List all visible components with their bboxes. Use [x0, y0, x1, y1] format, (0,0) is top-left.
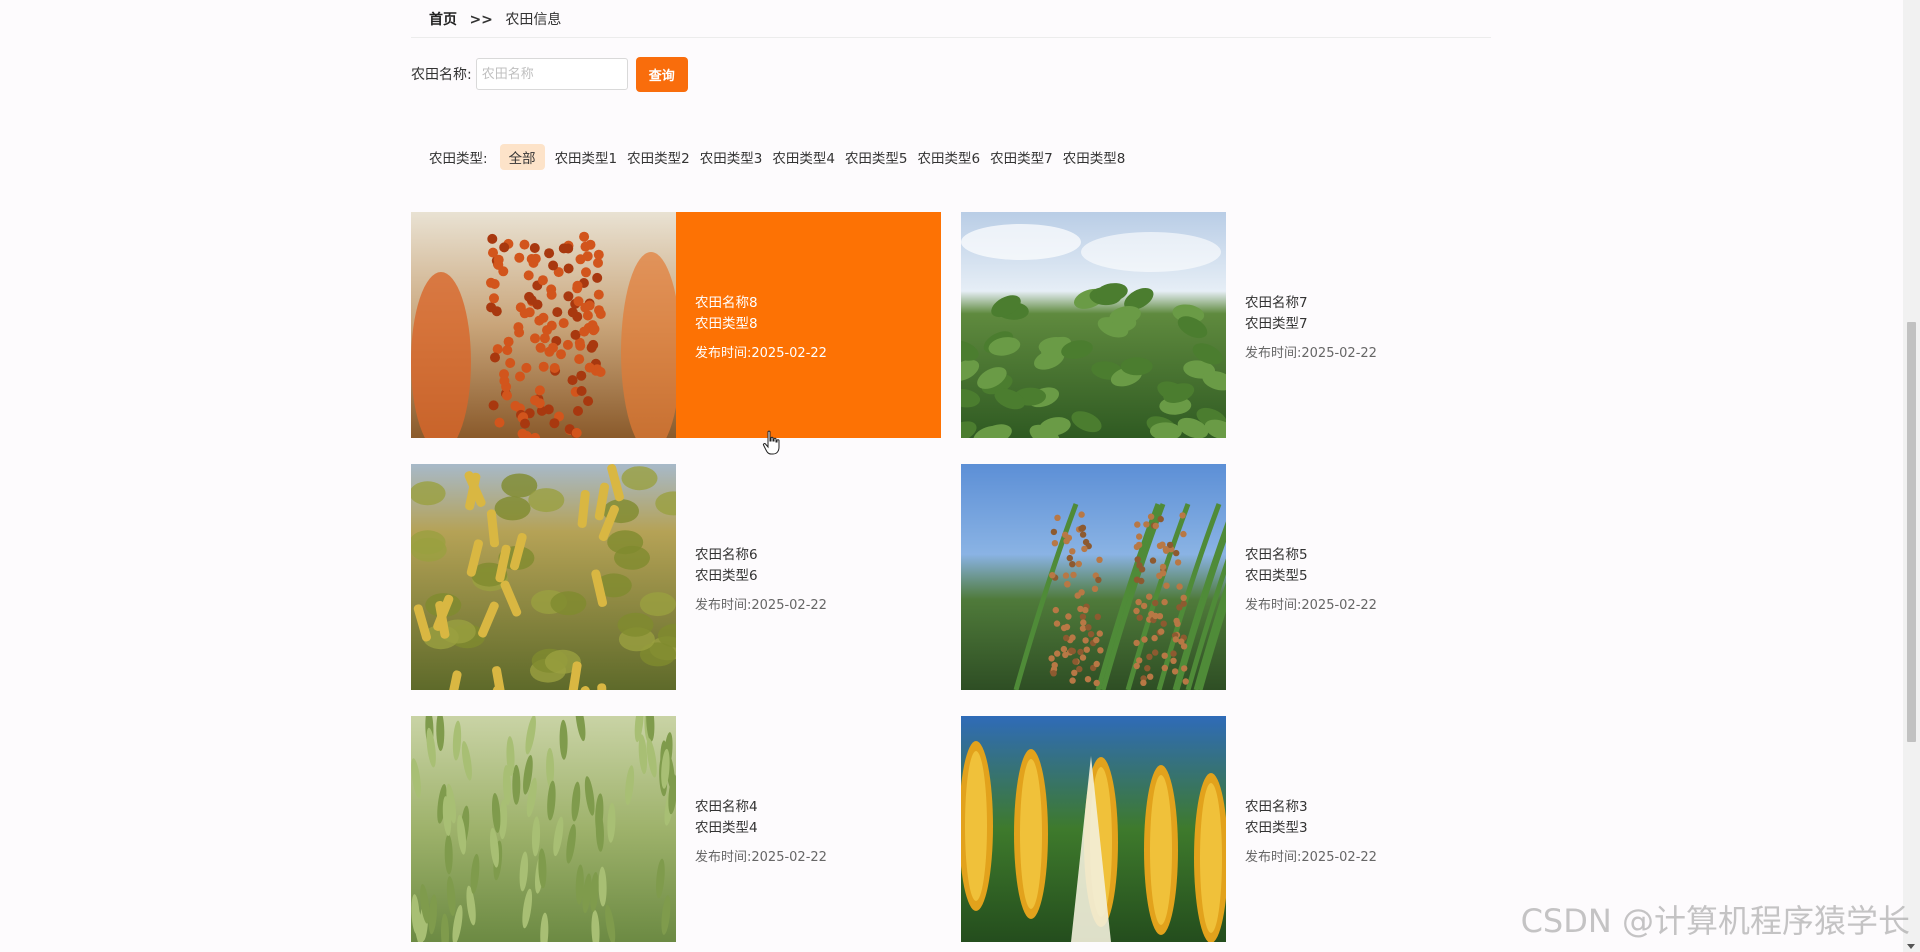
farm-card-name: 农田名称4 — [695, 795, 758, 815]
search-bar: 农田名称: 查询 — [411, 56, 688, 92]
farm-card-type: 农田类型7 — [1245, 312, 1308, 332]
corn-image[interactable] — [961, 716, 1226, 942]
scrollbar-thumb[interactable] — [1907, 322, 1916, 742]
farm-card-type: 农田类型6 — [695, 564, 758, 584]
farm-card-date: 发布时间:2025-02-22 — [695, 342, 827, 361]
farm-card-type: 农田类型4 — [695, 816, 758, 836]
soybean-field-image[interactable] — [961, 212, 1226, 438]
divider — [411, 37, 1491, 38]
farm-card-name: 农田名称8 — [695, 291, 758, 311]
farm-card[interactable]: 农田名称6 农田类型6 发布时间:2025-02-22 — [411, 464, 941, 690]
hand-cursor-icon — [762, 430, 782, 456]
farm-card-date: 发布时间:2025-02-22 — [695, 846, 827, 865]
farm-card-date: 发布时间:2025-02-22 — [1245, 846, 1377, 865]
watermark: CSDN @计算机程序猿学长 — [1521, 896, 1910, 942]
farm-card-name: 农田名称6 — [695, 543, 758, 563]
farm-card[interactable]: 农田名称5 农田类型5 发布时间:2025-02-22 — [961, 464, 1491, 690]
filter-tag-type-1[interactable]: 农田类型1 — [551, 144, 622, 170]
farm-card-info[interactable]: 农田名称8 农田类型8 发布时间:2025-02-22 — [676, 212, 941, 438]
farm-card[interactable]: 农田名称8 农田类型8 发布时间:2025-02-22 — [411, 212, 941, 438]
sorghum-image[interactable] — [411, 212, 676, 438]
soybean-pods-image[interactable] — [411, 464, 676, 690]
vertical-scrollbar[interactable] — [1903, 0, 1920, 952]
farm-card-date: 发布时间:2025-02-22 — [1245, 342, 1377, 361]
farm-name-input[interactable] — [476, 58, 628, 90]
farm-card-date: 发布时间:2025-02-22 — [1245, 594, 1377, 613]
millet-image[interactable] — [961, 464, 1226, 690]
farm-card-info[interactable]: 农田名称5 农田类型5 发布时间:2025-02-22 — [1226, 464, 1491, 690]
farm-card-type: 农田类型3 — [1245, 816, 1308, 836]
farm-card-type: 农田类型8 — [695, 312, 758, 332]
farm-card-name: 农田名称7 — [1245, 291, 1308, 311]
farm-card[interactable]: 农田名称7 农田类型7 发布时间:2025-02-22 — [961, 212, 1491, 438]
filter-tag-all[interactable]: 全部 — [500, 144, 545, 170]
breadcrumb-home[interactable]: 首页 — [429, 12, 457, 28]
farm-card-info[interactable]: 农田名称7 农田类型7 发布时间:2025-02-22 — [1226, 212, 1491, 438]
filter-tag-type-4[interactable]: 农田类型4 — [768, 144, 839, 170]
type-filter: 农田类型: 全部 农田类型1 农田类型2 农田类型3 农田类型4 农田类型5 农田类型6 农田… — [429, 145, 1131, 169]
scroll-down-arrow-icon[interactable] — [1907, 944, 1915, 949]
type-filter-label: 农田类型: — [429, 147, 488, 167]
farm-card-date: 发布时间:2025-02-22 — [695, 594, 827, 613]
breadcrumb: 首页 >> 农田信息 — [429, 9, 561, 29]
farm-card-info[interactable]: 农田名称4 农田类型4 发布时间:2025-02-22 — [676, 716, 941, 942]
farm-card-name: 农田名称3 — [1245, 795, 1308, 815]
filter-tag-type-7[interactable]: 农田类型7 — [986, 144, 1057, 170]
farm-card-info[interactable]: 农田名称6 农田类型6 发布时间:2025-02-22 — [676, 464, 941, 690]
farm-card[interactable]: 农田名称3 农田类型3 发布时间:2025-02-22 — [961, 716, 1491, 942]
farm-card-info[interactable]: 农田名称3 农田类型3 发布时间:2025-02-22 — [1226, 716, 1491, 942]
farm-card-name: 农田名称5 — [1245, 543, 1308, 563]
wheat-image[interactable] — [411, 716, 676, 942]
farm-card-type: 农田类型5 — [1245, 564, 1308, 584]
filter-tag-type-6[interactable]: 农田类型6 — [914, 144, 985, 170]
filter-tag-type-3[interactable]: 农田类型3 — [696, 144, 767, 170]
filter-tag-type-8[interactable]: 农田类型8 — [1059, 144, 1130, 170]
filter-tag-type-5[interactable]: 农田类型5 — [841, 144, 912, 170]
filter-tag-type-2[interactable]: 农田类型2 — [623, 144, 694, 170]
farm-card[interactable]: 农田名称4 农田类型4 发布时间:2025-02-22 — [411, 716, 941, 942]
search-button[interactable]: 查询 — [636, 57, 688, 92]
breadcrumb-current: 农田信息 — [505, 12, 561, 28]
breadcrumb-separator: >> — [469, 12, 492, 28]
search-label: 农田名称: — [411, 64, 472, 84]
